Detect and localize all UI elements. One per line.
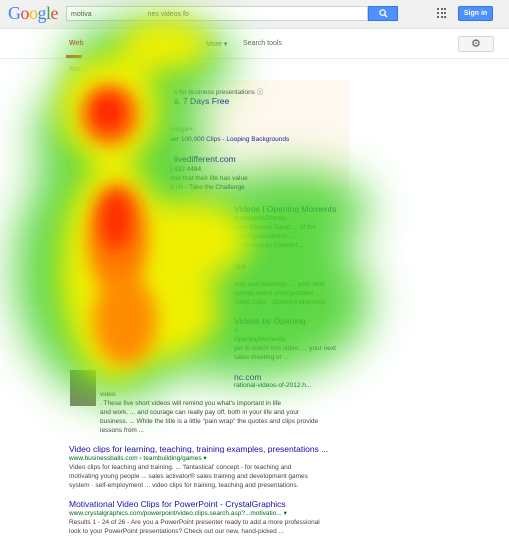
result-title[interactable]: Videos | Opening Moments xyxy=(234,205,336,213)
result-url: business%20pres... xyxy=(234,215,291,222)
sign-in-button[interactable]: Sign in xyxy=(458,6,493,21)
settings-button[interactable]: ⚙ xyxy=(458,36,494,52)
result-snippet: Video clips for teaching and training. .… xyxy=(69,464,292,471)
search-icon xyxy=(379,9,388,18)
ad-sitelinks[interactable]: ver 100,000 Clips - Looping Backgrounds xyxy=(170,136,289,144)
result-stats: Abo xyxy=(69,66,81,73)
ad-title[interactable]: livedifferent.com xyxy=(174,155,236,163)
active-tab-indicator xyxy=(66,55,82,58)
result-snippet: system · self-employment ... video clips… xyxy=(69,482,299,489)
result-snippet: video xyxy=(100,391,116,398)
result-url: www.businessballs.com › teambuilding/gam… xyxy=(69,455,207,462)
result-title[interactable]: Videos by Opening xyxy=(234,317,306,325)
google-logo[interactable]: Google xyxy=(8,4,58,22)
result-snippet: ents and meetings. ... your next xyxy=(234,281,325,288)
result-snippet: yer to watch this video. ... your next xyxy=(234,345,336,352)
ad-line: one that their life has value xyxy=(170,175,248,182)
logo-letter: o xyxy=(20,3,30,23)
gear-icon: ⚙ xyxy=(471,38,481,50)
result-snippet: lessons from ... xyxy=(100,427,145,434)
result-snippet: and organizations! ... xyxy=(234,233,295,240)
search-text-tail: nes videos fo xyxy=(147,11,189,18)
result-title[interactable]: Video clips for learning, teaching, trai… xyxy=(69,445,328,453)
result-snippet: motivating young people ... sales activa… xyxy=(69,473,308,480)
search-text: motiva xyxy=(71,11,92,18)
result-url: www.crystalgraphics.com/powerpoint/video… xyxy=(69,510,287,517)
tab-more[interactable]: More ▾ xyxy=(206,40,227,48)
result-thumbnail[interactable] xyxy=(70,370,96,406)
logo-letter: g xyxy=(37,3,47,23)
result-snippet: utive Director David ... of the xyxy=(234,224,317,231)
info-icon[interactable]: ⓘ xyxy=(257,89,264,96)
logo-letter: e xyxy=(50,3,59,23)
logo-letter: o xyxy=(29,3,38,23)
search-input[interactable]: motiva nes videos fo xyxy=(66,6,368,21)
result-snippet: sales meeting or ... xyxy=(234,354,289,361)
tab-web[interactable]: Web xyxy=(69,40,84,47)
tab-search-tools[interactable]: Search tools xyxy=(243,40,282,47)
result-snippet: . These five short videos will remind yo… xyxy=(100,400,282,407)
result-url: o xyxy=(234,327,238,334)
result-snippet: Video Clips - Opening Moments xyxy=(234,299,326,306)
apps-grid-icon[interactable] xyxy=(437,8,447,18)
ad-title[interactable]: s. 7 Days Free xyxy=(174,97,229,105)
logo-letter: G xyxy=(8,3,21,23)
result-url: rational-videos-of-2012.h... xyxy=(234,382,312,389)
ads-header: s for business presentations ⓘ xyxy=(174,86,263,96)
result-snippet: Results 1 - 24 of 26 - Are you a PowerPo… xyxy=(69,519,320,526)
ad-line: noogle+ xyxy=(170,126,194,133)
search-tabs: Web More ▾ Search tools xyxy=(0,28,509,59)
result-snippet: OpeningMoments xyxy=(234,336,286,343)
ads-header-text: s for business presentations xyxy=(174,89,255,96)
ad-sitelinks[interactable]: d Us - Take the Challenge xyxy=(170,184,245,192)
result-snippet: look to your PowerPoint presentations? C… xyxy=(69,528,284,535)
result-title[interactable]: Motivational Video Clips for PowerPoint … xyxy=(69,500,286,508)
search-button[interactable] xyxy=(368,6,398,21)
result-snippet: rporate event unforgettable! ... xyxy=(234,290,322,297)
result-snippet: - The Human Element ... xyxy=(234,242,305,249)
result-title[interactable]: nc.com xyxy=(234,373,261,381)
top-bar: Google motiva nes videos fo Sign in xyxy=(0,0,509,29)
ad-line: ) 432 4484 xyxy=(170,166,202,173)
result-title[interactable]: dia xyxy=(234,262,245,270)
result-snippet: and work. ... and courage can really pay… xyxy=(100,409,299,416)
result-snippet: business. ... While the title is a littl… xyxy=(100,418,319,425)
